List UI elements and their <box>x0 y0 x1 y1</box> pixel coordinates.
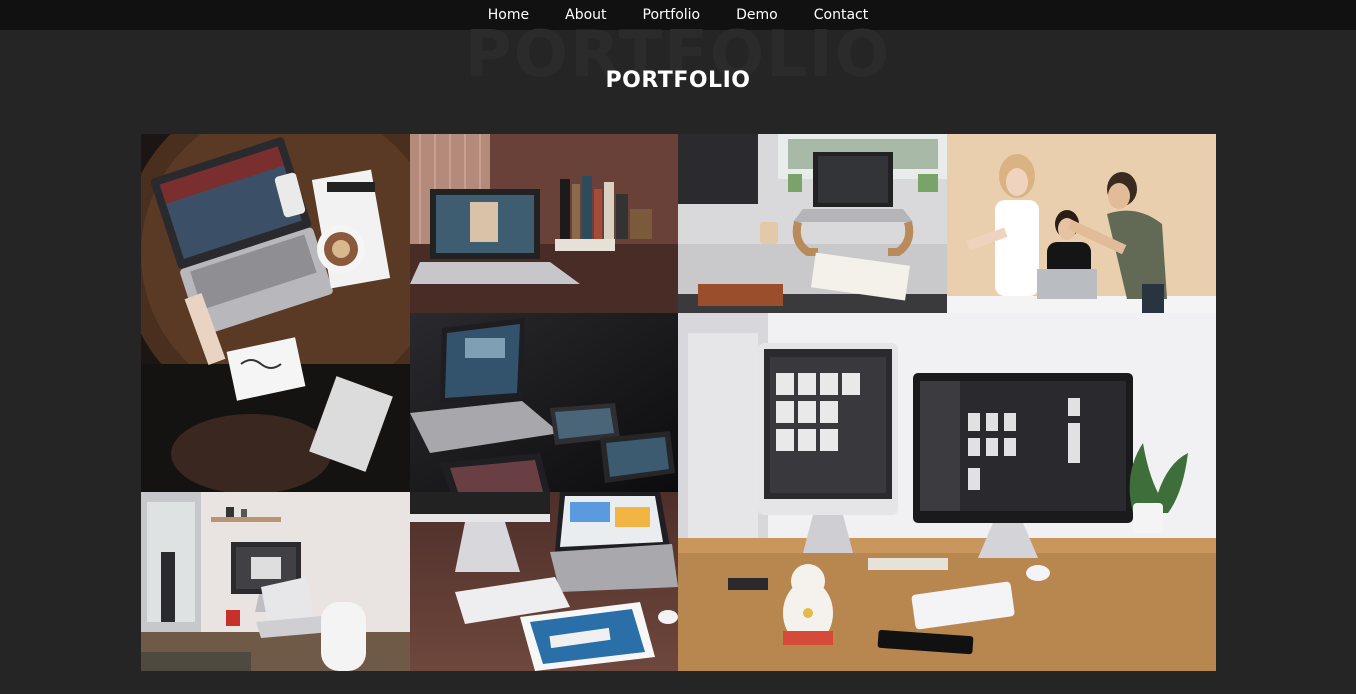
imac-macbook-ipad-photo[interactable] <box>410 492 678 671</box>
laptop-tablets-dark-photo[interactable] <box>410 313 678 492</box>
workspace-laptop-coffee-photo[interactable] <box>141 134 410 492</box>
team-meeting-laptop-photo[interactable] <box>947 134 1216 313</box>
imac-monitors-desk-photo[interactable] <box>678 313 1216 671</box>
laptop-desk-books-photo[interactable] <box>410 134 678 313</box>
portfolio-gallery <box>141 134 1216 671</box>
laptop-stand-notebook-photo[interactable] <box>678 134 947 313</box>
office-imac-macbook-photo[interactable] <box>141 492 410 671</box>
portfolio-title: PORTFOLIO <box>605 68 751 93</box>
